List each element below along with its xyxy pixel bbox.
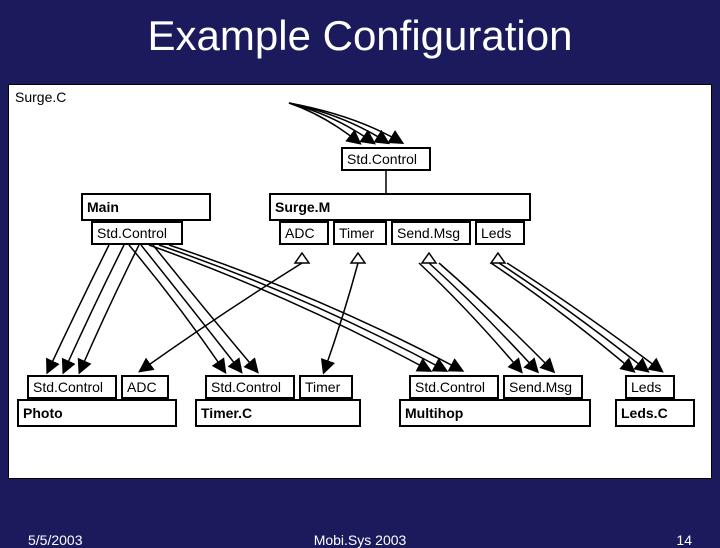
multihop-stdcontrol: Std.Control bbox=[409, 375, 499, 399]
diagram-container: Surge.C Std.Control Main Std.Control Sur… bbox=[8, 84, 712, 479]
surge-sendmsg: Send.Msg bbox=[391, 221, 471, 245]
surge-stdcontrol-top: Std.Control bbox=[341, 147, 431, 171]
photo-stdcontrol: Std.Control bbox=[27, 375, 117, 399]
surge-module: Surge.M bbox=[269, 193, 531, 221]
photo-module: Photo bbox=[17, 399, 177, 427]
ledsc-leds: Leds bbox=[625, 375, 675, 399]
footer-date: 5/5/2003 bbox=[28, 532, 83, 548]
page-title: Example Configuration bbox=[0, 0, 720, 60]
surge-adc: ADC bbox=[279, 221, 329, 245]
photo-adc: ADC bbox=[121, 375, 169, 399]
main-stdcontrol: Std.Control bbox=[91, 221, 183, 245]
timerc-timer: Timer bbox=[299, 375, 353, 399]
container-label: Surge.C bbox=[15, 89, 66, 105]
surge-leds: Leds bbox=[475, 221, 525, 245]
timerc-stdcontrol: Std.Control bbox=[205, 375, 295, 399]
timerc-module: Timer.C bbox=[195, 399, 361, 427]
footer-page: 14 bbox=[676, 532, 692, 548]
surge-timer: Timer bbox=[333, 221, 387, 245]
main-module: Main bbox=[81, 193, 211, 221]
ledsc-module: Leds.C bbox=[615, 399, 695, 427]
footer-venue: Mobi.Sys 2003 bbox=[314, 532, 407, 548]
multihop-sendmsg: Send.Msg bbox=[503, 375, 583, 399]
multihop-module: Multihop bbox=[399, 399, 591, 427]
